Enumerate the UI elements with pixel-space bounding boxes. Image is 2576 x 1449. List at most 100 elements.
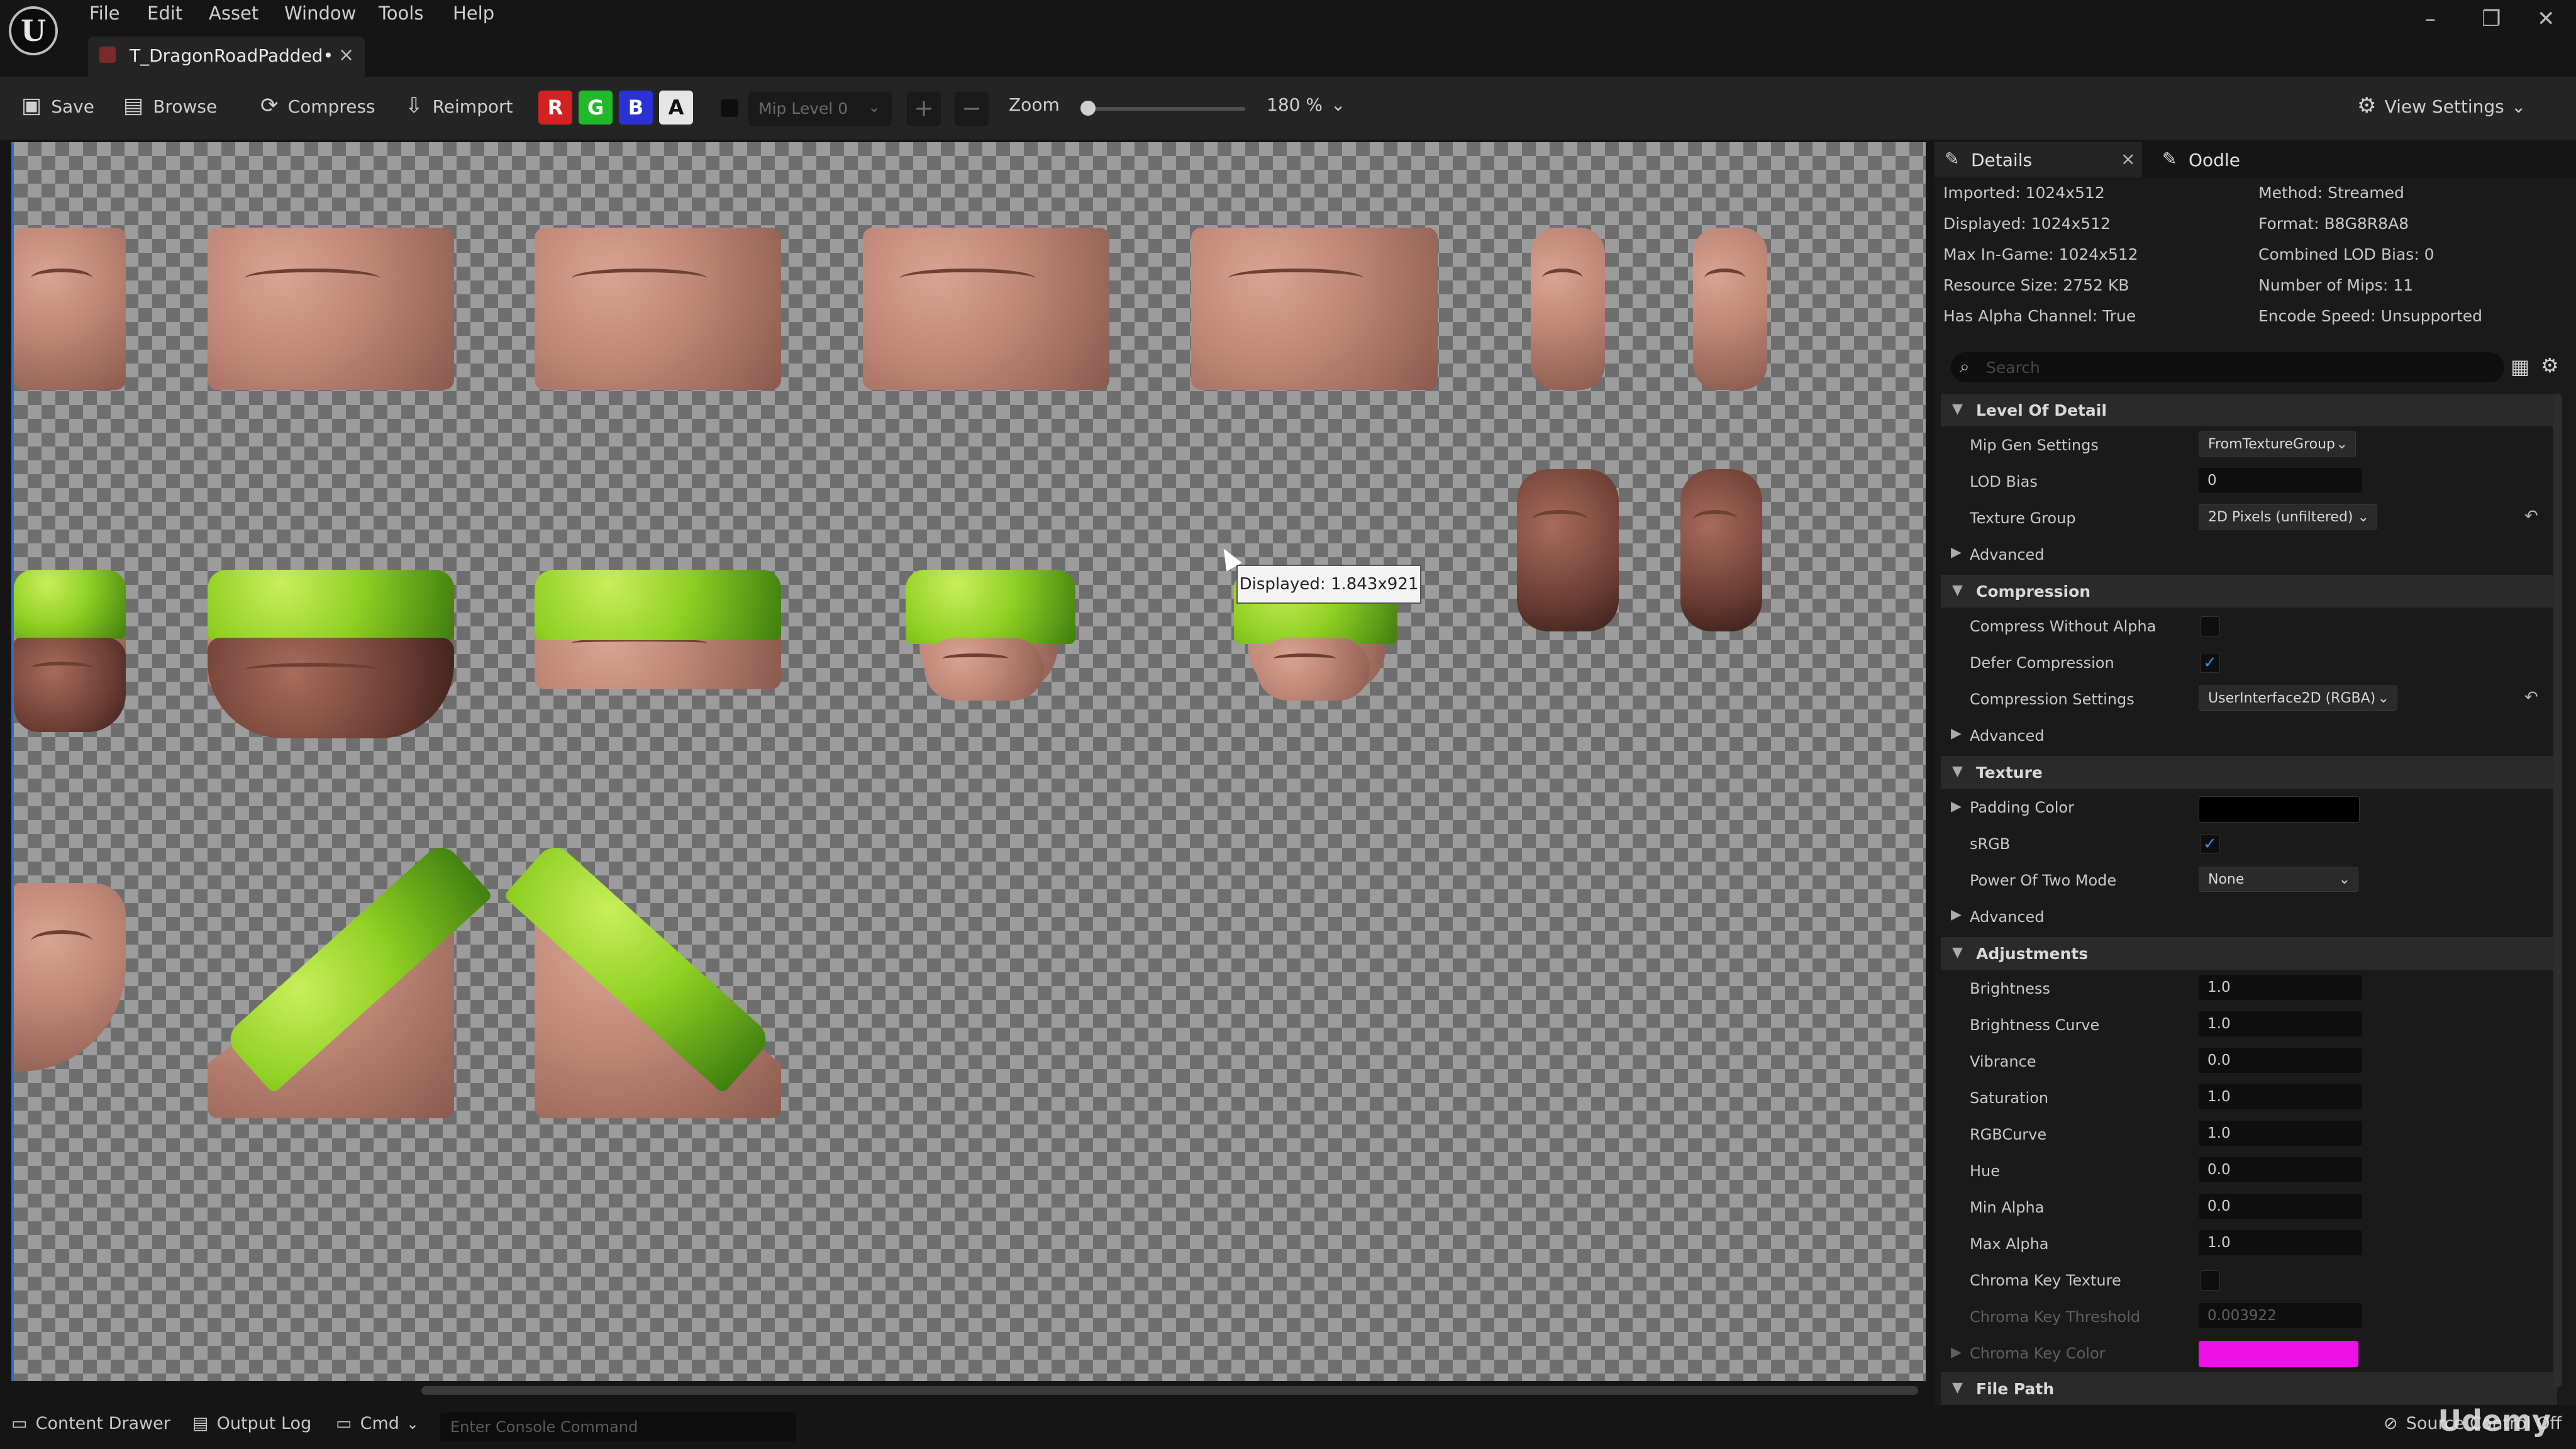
close-icon[interactable]: ×	[2121, 148, 2135, 169]
rock-tile	[14, 228, 126, 390]
section-level-of-detail[interactable]: ▼ Level Of Detail	[1941, 394, 2557, 426]
compress-button[interactable]: ⟳ Compress	[260, 93, 375, 118]
zoom-label: Zoom	[1009, 94, 1060, 115]
compress-without-alpha-checkbox[interactable]	[2200, 616, 2220, 636]
padding-color-swatch[interactable]	[2199, 796, 2360, 823]
chevron-right-icon[interactable]: ▶	[1951, 907, 1962, 923]
mip-checkbox[interactable]	[721, 99, 738, 117]
srgb-checkbox[interactable]: ✓	[2200, 834, 2220, 854]
vibrance-input[interactable]: 0.0	[2199, 1048, 2362, 1073]
defer-compression-checkbox[interactable]: ✓	[2200, 653, 2220, 673]
zoom-slider-handle[interactable]	[1080, 101, 1096, 116]
brightness-label: Brightness	[1970, 980, 2050, 997]
texture-advanced[interactable]: Advanced	[1970, 908, 2045, 926]
asset-tab[interactable]: T_DragonRoadPadded• ×	[88, 36, 365, 77]
table-view-icon[interactable]: ▦	[2511, 355, 2529, 379]
chroma-key-threshold-label: Chroma Key Threshold	[1970, 1308, 2141, 1326]
panel-tabs: ✎ Details × ✎ Oodle	[1935, 142, 2576, 177]
channel-r-toggle[interactable]: R	[538, 91, 572, 125]
grass-tile	[208, 570, 454, 640]
lod-bias-label: LOD Bias	[1970, 473, 2038, 491]
compression-settings-dropdown[interactable]: UserInterface2D (RGBA) ⌄	[2199, 686, 2397, 711]
folder-icon: ▤	[123, 93, 144, 118]
chroma-key-color-label: Chroma Key Color	[1970, 1345, 2106, 1362]
zoom-dropdown[interactable]: 180 % ⌄	[1267, 94, 1346, 115]
chroma-key-texture-label: Chroma Key Texture	[1970, 1272, 2121, 1289]
brightness-input[interactable]: 1.0	[2199, 975, 2362, 1000]
chroma-key-color-swatch	[2199, 1341, 2358, 1367]
content-drawer-button[interactable]: ▭ Content Drawer	[11, 1414, 170, 1433]
reimport-icon: ⇩	[405, 93, 423, 118]
view-settings-button[interactable]: ⚙ View Settings ⌄	[2357, 93, 2526, 118]
chroma-key-texture-checkbox[interactable]	[2200, 1270, 2220, 1291]
section-compression[interactable]: ▼ Compression	[1941, 575, 2557, 608]
zoom-slider[interactable]	[1082, 107, 1245, 111]
horizontal-scrollbar[interactable]	[421, 1386, 1918, 1395]
grass-tile	[14, 570, 126, 639]
channel-a-toggle[interactable]: A	[659, 91, 693, 125]
power-of-two-mode-dropdown[interactable]: None ⌄	[2199, 867, 2358, 892]
channel-b-toggle[interactable]: B	[619, 91, 653, 125]
padding-color-label: Padding Color	[1970, 799, 2074, 816]
hue-input[interactable]: 0.0	[2199, 1157, 2362, 1182]
menu-file[interactable]: File	[89, 3, 120, 24]
mip-increase-icon[interactable]: +	[907, 92, 941, 126]
compression-advanced[interactable]: Advanced	[1970, 727, 2045, 745]
section-texture[interactable]: ▼ Texture	[1941, 756, 2557, 789]
texture-group-dropdown[interactable]: 2D Pixels (unfiltered) ⌄	[2199, 504, 2377, 530]
menu-help[interactable]: Help	[453, 3, 494, 24]
cmd-dropdown[interactable]: ▭ Cmd ⌄	[336, 1414, 419, 1433]
chevron-down-icon: ▼	[1952, 945, 1963, 960]
restore-icon[interactable]: ❐	[2482, 6, 2501, 31]
close-tab-icon[interactable]: ×	[338, 44, 354, 66]
lod-advanced[interactable]: Advanced	[1970, 546, 2045, 564]
grass-tile	[535, 570, 781, 640]
output-log-button[interactable]: ▤ Output Log	[192, 1414, 311, 1433]
info-has-alpha: Has Alpha Channel: True	[1943, 307, 2136, 325]
info-number-of-mips: Number of Mips: 11	[2258, 276, 2414, 294]
chevron-right-icon[interactable]: ▶	[1951, 545, 1962, 560]
unreal-logo-icon[interactable]: U	[9, 6, 58, 55]
udemy-watermark: Udemy	[2438, 1404, 2551, 1438]
chevron-down-icon: ⌄	[868, 98, 881, 116]
chevron-right-icon[interactable]: ▶	[1951, 726, 1962, 741]
mip-level-dropdown[interactable]: Mip Level 0 ⌄	[748, 92, 892, 126]
tab-oodle[interactable]: ✎ Oodle	[2157, 142, 2283, 177]
chevron-down-icon: ⌄	[2511, 96, 2526, 117]
reimport-button[interactable]: ⇩ Reimport	[405, 93, 513, 118]
brightness-curve-input[interactable]: 1.0	[2199, 1011, 2362, 1036]
chevron-right-icon[interactable]: ▶	[1951, 799, 1962, 814]
details-search-input[interactable]: ⌕ Search	[1951, 352, 2504, 382]
close-window-icon[interactable]: ✕	[2537, 6, 2555, 31]
menu-tools[interactable]: Tools	[379, 3, 423, 24]
min-alpha-input[interactable]: 0.0	[2199, 1194, 2362, 1219]
info-imported: Imported: 1024x512	[1943, 184, 2105, 202]
section-adjustments[interactable]: ▼ Adjustments	[1941, 937, 2557, 970]
minimize-icon[interactable]: –	[2425, 6, 2436, 31]
asset-tab-label: T_DragonRoadPadded•	[130, 45, 334, 66]
details-scrollbar[interactable]	[2553, 394, 2562, 1387]
save-button[interactable]: ▣ Save	[21, 93, 94, 118]
gear-icon[interactable]: ⚙	[2541, 353, 2559, 377]
console-command-input[interactable]: Enter Console Command	[440, 1413, 796, 1441]
browse-button[interactable]: ▤ Browse	[123, 93, 217, 118]
texture-asset-icon	[99, 47, 116, 63]
rgbcurve-input[interactable]: 1.0	[2199, 1121, 2362, 1146]
lod-bias-input[interactable]: 0	[2199, 468, 2362, 493]
texture-viewport[interactable]	[11, 142, 1926, 1381]
section-file-path[interactable]: ▼ File Path	[1941, 1372, 2557, 1405]
tab-details[interactable]: ✎ Details ×	[1935, 142, 2142, 177]
max-alpha-input[interactable]: 1.0	[2199, 1230, 2362, 1255]
compression-settings-label: Compression Settings	[1970, 691, 2135, 708]
mip-gen-settings-dropdown[interactable]: FromTextureGroup ⌄	[2199, 431, 2356, 457]
mip-decrease-icon[interactable]: −	[955, 92, 989, 126]
menu-asset[interactable]: Asset	[209, 3, 258, 24]
channel-g-toggle[interactable]: G	[579, 91, 613, 125]
reset-arrow-icon[interactable]: ↶	[2524, 688, 2538, 707]
menu-window[interactable]: Window	[284, 3, 356, 24]
menu-edit[interactable]: Edit	[147, 3, 182, 24]
saturation-input[interactable]: 1.0	[2199, 1084, 2362, 1109]
save-icon: ▣	[21, 93, 42, 118]
reset-arrow-icon[interactable]: ↶	[2524, 507, 2538, 526]
chevron-down-icon: ⌄	[2377, 691, 2389, 706]
